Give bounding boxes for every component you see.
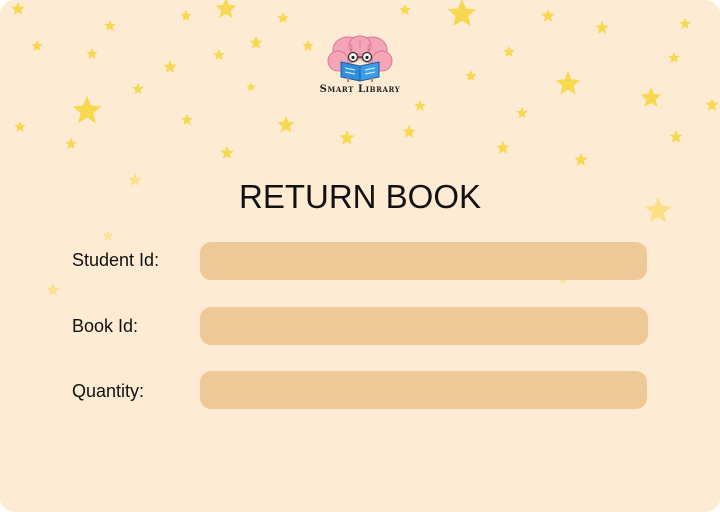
star-icon [555, 71, 581, 95]
star-icon [11, 2, 25, 15]
star-icon [246, 82, 256, 91]
page-title: RETURN BOOK [238, 178, 482, 215]
quantity-label: Quantity: [72, 381, 145, 401]
star-icon [128, 173, 142, 186]
star-icon [46, 283, 60, 296]
star-icon [541, 9, 555, 22]
star-icon [72, 96, 102, 124]
star-icon [220, 146, 234, 159]
star-icon [595, 21, 609, 34]
star-icon [339, 130, 355, 145]
star-icon [104, 20, 116, 31]
star-icon [180, 10, 192, 21]
star-icon [669, 130, 683, 143]
star-icon [249, 36, 263, 49]
star-icon [668, 52, 680, 63]
student-id-label: Student Id: [72, 250, 160, 270]
star-icon [302, 40, 314, 51]
star-icon [86, 48, 98, 59]
star-icon [213, 49, 225, 60]
star-icon [277, 116, 295, 133]
star-icon [102, 230, 114, 241]
star-icon [496, 141, 510, 154]
star-icon [705, 98, 719, 111]
star-icon [65, 138, 77, 149]
star-icon [503, 46, 515, 57]
star-icon [447, 0, 477, 27]
star-icon [402, 125, 416, 138]
star-icon [163, 60, 177, 73]
star-icon [465, 70, 477, 81]
star-icon [181, 114, 193, 125]
return-book-panel: Smart Library RETURN BOOK Student Id: Bo… [0, 0, 720, 512]
brand-name: Smart Library [319, 84, 401, 95]
star-icon [640, 87, 662, 107]
book-id-input[interactable] [200, 307, 648, 345]
star-icon [516, 107, 528, 118]
star-icon [132, 83, 144, 94]
star-icon [215, 0, 237, 18]
star-icon [31, 40, 43, 51]
quantity-input[interactable] [200, 371, 647, 409]
star-icon [277, 12, 289, 23]
student-id-input[interactable] [200, 242, 647, 280]
book-id-label: Book Id: [72, 316, 139, 336]
star-icon [399, 4, 411, 15]
star-icon [574, 153, 588, 166]
brain-reading-book-icon [327, 35, 393, 82]
star-icon [644, 197, 672, 223]
star-icon [414, 100, 426, 111]
star-icon [14, 121, 26, 132]
star-icon [679, 18, 691, 29]
